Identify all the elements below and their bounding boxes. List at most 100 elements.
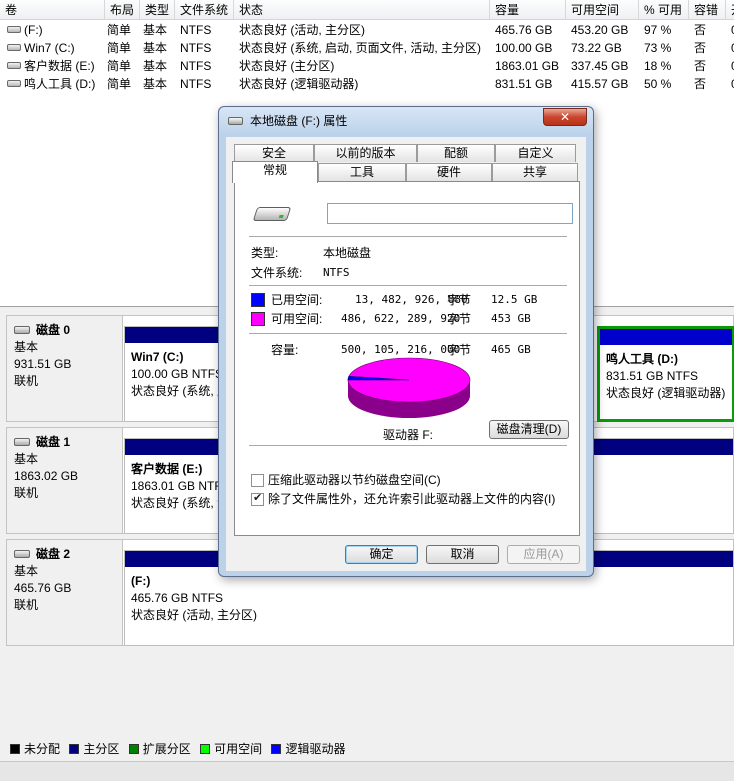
partition-selected[interactable]: 鸣人工具 (D:) 831.51 GB NTFS 状态良好 (逻辑驱动器) xyxy=(597,326,734,422)
filesystem-label: 文件系统: xyxy=(251,266,303,280)
dialog-title: 本地磁盘 (F:) 属性 xyxy=(250,114,348,128)
compress-drive-checkbox[interactable] xyxy=(251,474,264,487)
drive-icon xyxy=(7,80,21,88)
filesystem-value: NTFS xyxy=(323,266,350,279)
disk-size: 465.76 GB xyxy=(14,581,72,595)
partition-size: 100.00 GB NTFS xyxy=(131,367,223,381)
type-cell: 基本 xyxy=(143,59,168,73)
disk-title: 磁盘 0 xyxy=(14,322,122,339)
tab-customize[interactable]: 自定义 xyxy=(495,144,576,162)
percent-free-cell: 97 % xyxy=(644,23,672,37)
volume-row[interactable]: 鸣人工具 (D:) 简单 基本 NTFS 状态良好 (逻辑驱动器) 831.51… xyxy=(0,75,734,93)
column-header-percent-free[interactable]: % 可用 xyxy=(639,0,689,20)
disk-status: 联机 xyxy=(14,374,39,388)
partition[interactable]: Win7 (C:) 100.00 GB NTFS 状态良好 (系统, 启动, 页… xyxy=(124,326,224,422)
disk-info[interactable]: 磁盘 0 基本 931.51 GB 联机 xyxy=(7,316,123,421)
legend-item: 未分配 xyxy=(10,742,60,756)
column-header-free-space[interactable]: 可用空间 xyxy=(566,0,639,20)
disk-cleanup-button[interactable]: 磁盘清理(D) xyxy=(489,420,569,439)
type-cell: 基本 xyxy=(143,77,168,91)
status-cell: 状态良好 (逻辑驱动器) xyxy=(239,77,359,91)
legend-swatch xyxy=(271,743,282,754)
disk-type: 基本 xyxy=(14,564,39,578)
tab-hardware[interactable]: 硬件 xyxy=(406,163,492,181)
allow-indexing-checkbox[interactable] xyxy=(251,491,264,506)
disk-size: 931.51 GB xyxy=(14,357,72,371)
used-space-label: 已用空间: xyxy=(271,293,323,307)
disk-info[interactable]: 磁盘 2 基本 465.76 GB 联机 xyxy=(7,540,123,645)
local-disk-icon xyxy=(252,207,292,221)
disk-title: 磁盘 1 xyxy=(14,434,122,451)
legend-swatch xyxy=(10,743,20,754)
column-header-type[interactable]: 类型 xyxy=(140,0,175,20)
partition-status: 状态良好 (活动, 主分区) xyxy=(131,608,257,622)
hard-disk-icon xyxy=(14,549,30,558)
legend-item: 扩展分区 xyxy=(128,742,191,756)
column-header-filesystem[interactable]: 文件系统 xyxy=(175,0,234,20)
capacity-cell: 831.51 GB xyxy=(495,77,553,91)
legend: 未分配 主分区 扩展分区 可用空间 逻辑驱动器 xyxy=(10,742,351,756)
filesystem-cell: NTFS xyxy=(180,41,212,55)
compress-drive-label[interactable]: 压缩此驱动器以节约磁盘空间(C) xyxy=(268,472,441,488)
column-header-capacity[interactable]: 容量 xyxy=(490,0,566,20)
overhead-cell: 0 xyxy=(726,75,734,93)
partition-name: 鸣人工具 (D:) xyxy=(606,352,678,366)
used-space-swatch xyxy=(251,293,265,307)
drive-icon xyxy=(7,62,21,70)
disk-info[interactable]: 磁盘 1 基本 1863.02 GB 联机 xyxy=(7,428,123,533)
column-header-fault-tolerance[interactable]: 容错 xyxy=(689,0,726,20)
free-space-gb: 453 GB xyxy=(491,312,531,325)
volume-row[interactable]: Win7 (C:) 简单 基本 NTFS 状态良好 (系统, 启动, 页面文件,… xyxy=(0,39,734,57)
ok-button[interactable]: 确定 xyxy=(345,545,418,564)
column-header-overhead[interactable]: 开 xyxy=(726,0,734,20)
volume-name-cell: Win7 (C:) xyxy=(2,39,105,57)
volume-row[interactable]: (F:) 简单 基本 NTFS 状态良好 (活动, 主分区) 465.76 GB… xyxy=(0,21,734,39)
volume-name-cell: 客户数据 (E:) xyxy=(2,57,105,75)
used-space-unit: 字节 xyxy=(447,293,472,307)
type-label: 类型: xyxy=(251,246,279,260)
column-header-volume[interactable]: 卷 xyxy=(0,0,105,20)
disk-name: 磁盘 2 xyxy=(36,547,71,561)
divider xyxy=(249,333,567,335)
tab-tools[interactable]: 工具 xyxy=(318,163,406,181)
tab-sharing[interactable]: 共享 xyxy=(492,163,578,181)
percent-free-cell: 73 % xyxy=(644,41,672,55)
type-cell: 基本 xyxy=(143,23,168,37)
allow-indexing-label[interactable]: 除了文件属性外，还允许索引此驱动器上文件的内容(I) xyxy=(268,491,555,507)
status-cell: 状态良好 (主分区) xyxy=(239,59,335,73)
legend-item: 逻辑驱动器 xyxy=(271,742,345,756)
divider xyxy=(249,285,567,287)
column-header-status[interactable]: 状态 xyxy=(234,0,490,20)
disk-name: 磁盘 1 xyxy=(36,435,71,449)
free-space-cell: 415.57 GB xyxy=(571,77,629,91)
layout-cell: 简单 xyxy=(107,59,132,73)
type-value: 本地磁盘 xyxy=(323,246,372,260)
legend-swatch xyxy=(128,743,139,754)
partition-size: 465.76 GB NTFS xyxy=(131,591,224,605)
volume-label-input[interactable] xyxy=(327,203,573,224)
dialog-titlebar[interactable]: 本地磁盘 (F:) 属性 ✕ xyxy=(219,107,593,135)
free-space-cell: 337.45 GB xyxy=(571,59,629,73)
general-tab-page: 类型: 本地磁盘 文件系统: NTFS 已用空间: 13, 482, 926, … xyxy=(234,181,580,536)
tab-quota[interactable]: 配额 xyxy=(417,144,495,162)
close-button[interactable]: ✕ xyxy=(543,108,587,126)
tab-previous-versions[interactable]: 以前的版本 xyxy=(314,144,417,162)
legend-item: 主分区 xyxy=(69,742,119,756)
disk-name: 磁盘 0 xyxy=(36,323,71,337)
overhead-cell: 0 xyxy=(726,39,734,57)
capacity-cell: 465.76 GB xyxy=(495,23,553,37)
capacity-label: 容量: xyxy=(271,343,299,357)
volume-row[interactable]: 客户数据 (E:) 简单 基本 NTFS 状态良好 (主分区) 1863.01 … xyxy=(0,57,734,75)
filesystem-cell: NTFS xyxy=(180,23,212,37)
apply-button[interactable]: 应用(A) xyxy=(507,545,580,564)
tab-general[interactable]: 常规 xyxy=(232,161,318,183)
disk-type: 基本 xyxy=(14,452,39,466)
column-header-layout[interactable]: 布局 xyxy=(105,0,140,20)
cancel-button[interactable]: 取消 xyxy=(426,545,499,564)
tab-security[interactable]: 安全 xyxy=(234,144,314,162)
dialog-body: 安全 以前的版本 配额 自定义 常规 工具 硬件 共享 类型: 本地磁盘 文件系… xyxy=(226,137,586,571)
free-space-cell: 73.22 GB xyxy=(571,41,622,55)
status-cell: 状态良好 (系统, 启动, 页面文件, 活动, 主分区) xyxy=(239,41,481,55)
used-space-gb: 12.5 GB xyxy=(491,293,538,306)
legend-swatch xyxy=(200,743,211,754)
